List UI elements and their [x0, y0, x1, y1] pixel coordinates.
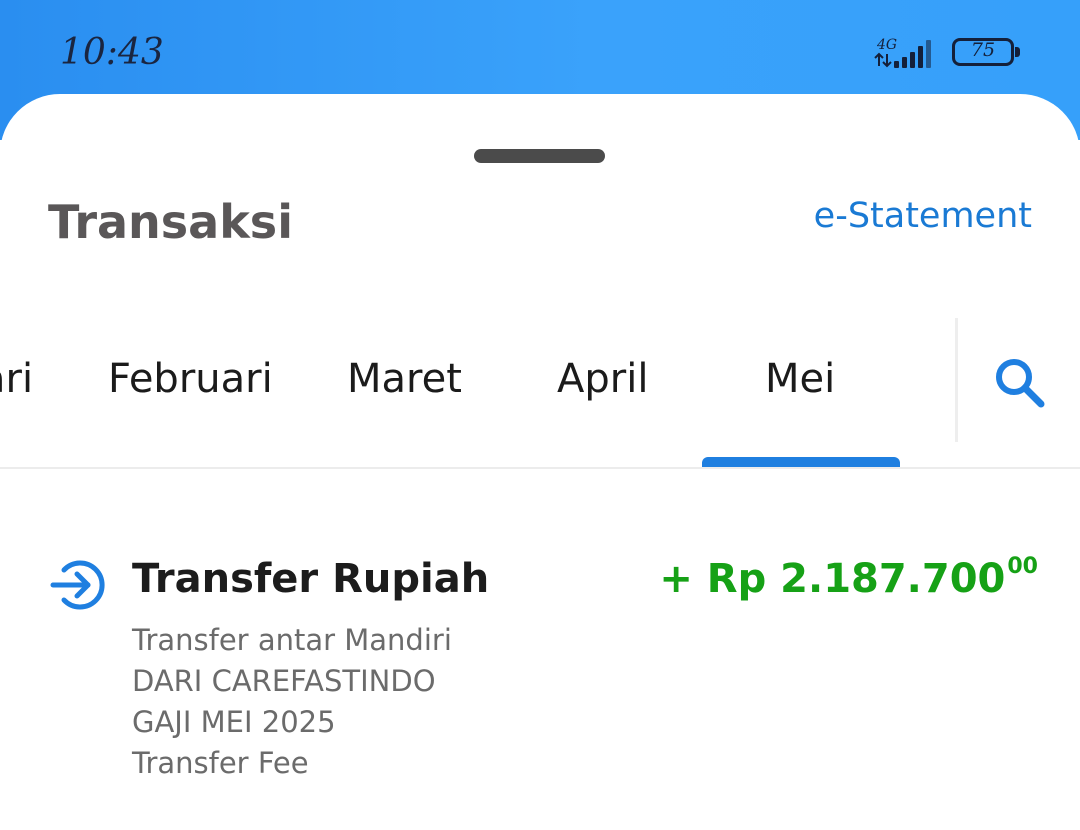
search-button[interactable] [990, 354, 1050, 414]
tab-april[interactable]: April [557, 356, 648, 402]
transaction-amount: + Rp 2.187.70000 [659, 554, 1038, 602]
status-time: 10:43 [60, 32, 164, 73]
transaction-title: Transfer Rupiah [132, 556, 490, 602]
battery-tip [1015, 47, 1020, 57]
network-type-label: 4G [876, 37, 897, 53]
tabs-bottom-divider [0, 467, 1080, 469]
tabs-divider [955, 318, 958, 442]
tab-maret[interactable]: Maret [347, 356, 462, 402]
battery-level: 75 [970, 39, 996, 61]
tab-februari[interactable]: Februari [108, 356, 273, 402]
tab-januari[interactable]: Januari [0, 356, 33, 402]
month-tabs: Januari Februari Maret April Mei [0, 318, 955, 468]
transaction-detail-line: Transfer Fee [132, 746, 309, 780]
transaction-detail-line: Transfer antar Mandiri [132, 623, 452, 657]
transaction-details: Transfer antar Mandiri DARI CAREFASTINDO… [132, 620, 452, 784]
signal-icon: 4G [874, 37, 931, 68]
search-icon [996, 359, 1045, 408]
transfer-in-icon [50, 560, 105, 610]
drag-handle[interactable] [474, 149, 605, 163]
transaction-detail-line: GAJI MEI 2025 [132, 705, 336, 739]
e-statement-link[interactable]: e-Statement [814, 196, 1032, 236]
transaction-amount-cents: 00 [1007, 554, 1038, 579]
page-title: Transaksi [48, 195, 293, 249]
battery-icon: 75 [952, 38, 1024, 70]
transaction-detail-line: DARI CAREFASTINDO [132, 664, 436, 698]
transaction-amount-main: + Rp 2.187.700 [659, 556, 1006, 602]
tab-mei[interactable]: Mei [765, 356, 835, 402]
